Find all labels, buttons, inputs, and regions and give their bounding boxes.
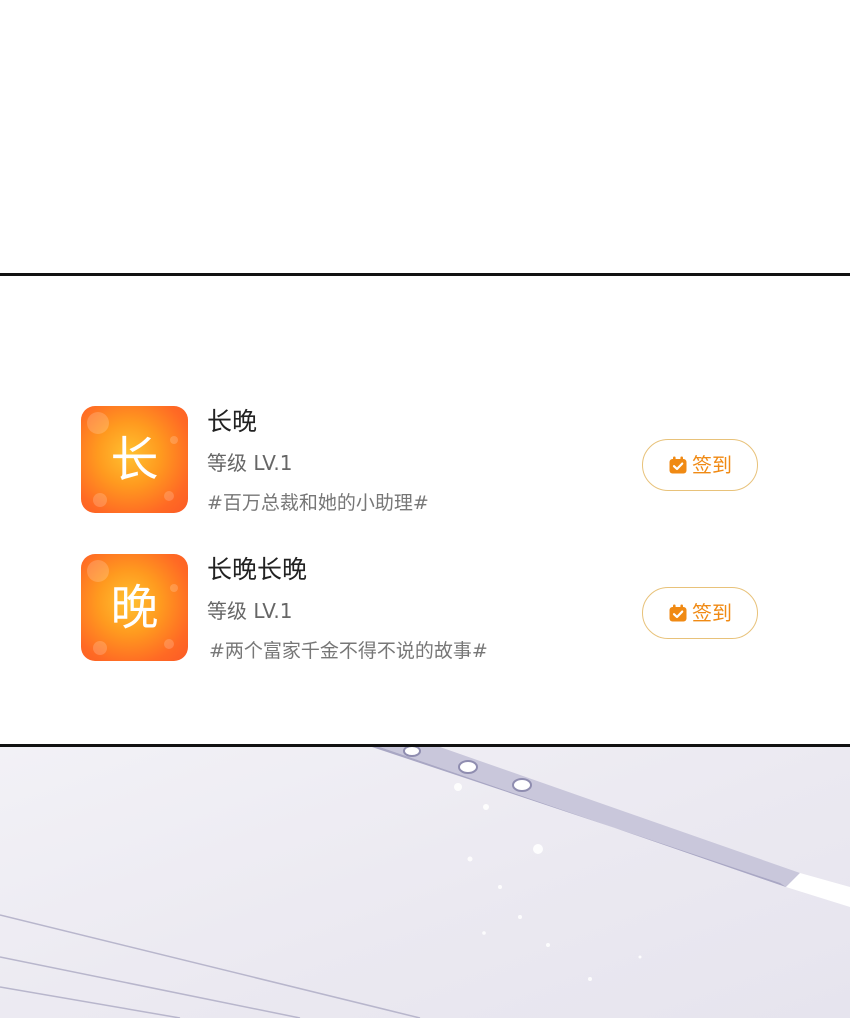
avatar[interactable]: 晚 (81, 554, 188, 661)
light-rail (380, 747, 800, 887)
spotlight-icon (512, 778, 532, 792)
calendar-check-icon (669, 604, 687, 622)
avatar-character: 晚 (110, 579, 159, 636)
user-name: 长晚 (207, 407, 258, 436)
list-item: 长 长晚 等级 LV.1 #百万总裁和她的小助理# 签到 (0, 403, 850, 533)
list-item: 晚 长晚长晚 等级 LV.1 #两个富家千金不得不说的故事# 签到 (0, 551, 850, 681)
background-illustration (0, 747, 850, 1018)
work-tag[interactable]: #两个富家千金不得不说的故事# (209, 639, 488, 663)
work-tag[interactable]: #百万总裁和她的小助理# (207, 491, 429, 515)
light-rail-tip (786, 873, 850, 907)
checkin-button[interactable]: 签到 (642, 439, 758, 491)
checkin-label: 签到 (692, 453, 732, 477)
avatar-character: 长 (110, 431, 159, 488)
author-list-panel: 长 长晚 等级 LV.1 #百万总裁和她的小助理# 签到 晚 长晚长晚 等级 L… (0, 273, 850, 747)
user-level: 等级 LV.1 (207, 451, 293, 475)
spotlight-icon (458, 760, 478, 774)
ceiling-illustration (0, 747, 850, 1018)
avatar[interactable]: 长 (81, 406, 188, 513)
spotlight-icon (403, 747, 421, 757)
top-blank-area (0, 0, 850, 273)
user-name: 长晚长晚 (207, 555, 308, 584)
calendar-check-icon (669, 456, 687, 474)
ceiling-lines (0, 914, 421, 1018)
light-rail-shadow (372, 747, 786, 887)
checkin-button[interactable]: 签到 (642, 587, 758, 639)
checkin-label: 签到 (692, 601, 732, 625)
user-level: 等级 LV.1 (207, 599, 293, 623)
